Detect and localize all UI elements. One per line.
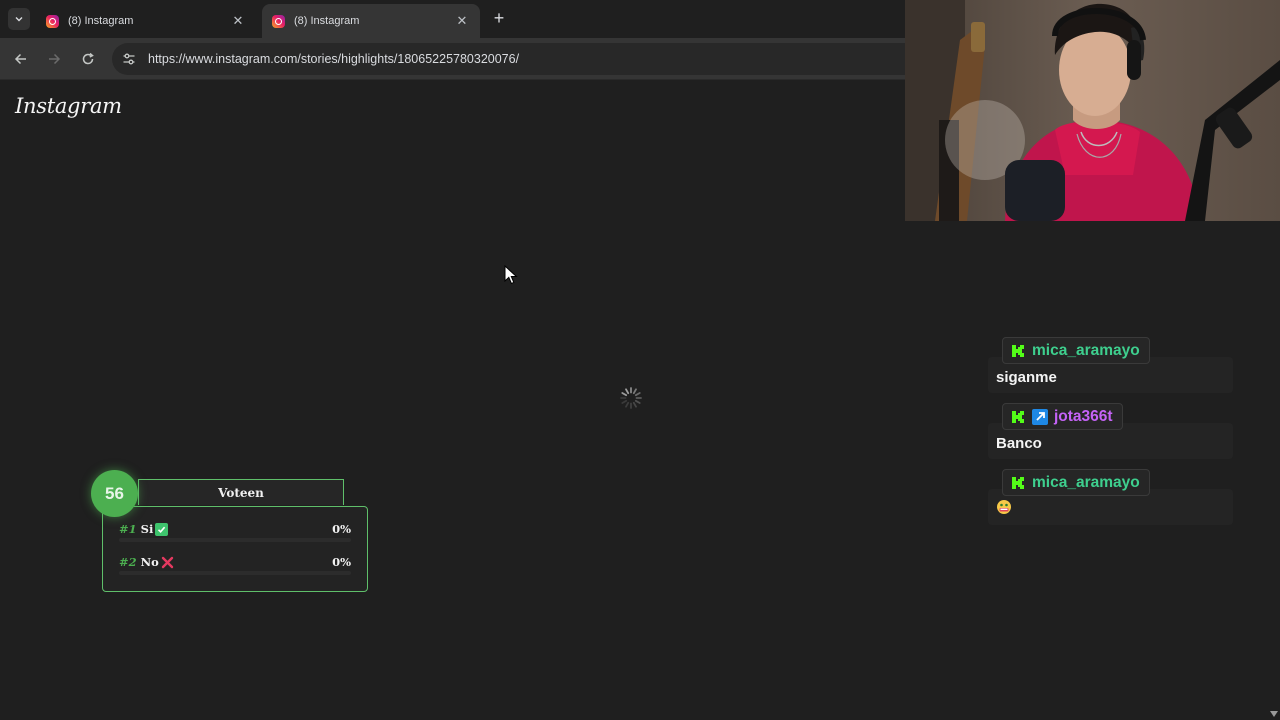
reload-button[interactable]: [77, 48, 99, 70]
poll-title: Voteen: [138, 479, 344, 505]
chat-username[interactable]: jota366t: [1054, 408, 1113, 426]
tab-instagram-1[interactable]: (8) Instagram ✕: [36, 4, 256, 38]
close-tab-icon[interactable]: ✕: [230, 13, 246, 29]
kick-badge-icon: [1011, 410, 1025, 424]
arrow-right-icon: [49, 53, 61, 65]
instagram-favicon-icon: [272, 14, 285, 28]
webcam-feed-image: [905, 0, 1280, 221]
chat-username-pill: mica_aramayo: [1002, 469, 1150, 496]
chat-username[interactable]: mica_aramayo: [1032, 474, 1140, 492]
chat-username[interactable]: mica_aramayo: [1032, 342, 1140, 360]
poll-vote-count: 56: [91, 470, 138, 517]
url-text: https://www.instagram.com/stories/highli…: [148, 52, 520, 66]
chat-username-pill: mica_aramayo: [1002, 337, 1150, 364]
poll-options: #1 Si 0% #2 No 0%: [102, 506, 368, 592]
money-mouth-emoji: [997, 500, 1011, 514]
close-tab-icon[interactable]: ✕: [454, 13, 470, 29]
option-progress-bar: [119, 538, 351, 542]
poll-option-2: #2 No 0%: [119, 552, 351, 585]
kick-badge-icon: [1011, 344, 1025, 358]
tab-search-button[interactable]: [8, 8, 30, 30]
mouse-cursor-icon: [504, 265, 518, 285]
site-settings-icon[interactable]: [122, 52, 136, 66]
poll-widget: 56 Voteen #1 Si 0% #2 No 0%: [90, 470, 370, 594]
arrow-badge-icon: [1032, 408, 1048, 425]
option-percent: 0%: [332, 555, 351, 569]
poll-option-1: #1 Si 0%: [119, 519, 351, 552]
instagram-favicon-icon: [46, 14, 59, 28]
option-label: Si: [140, 522, 154, 536]
option-label: No: [140, 555, 159, 569]
kick-badge-icon: [1011, 476, 1025, 490]
scroll-down-arrow-icon[interactable]: [1270, 711, 1278, 717]
page-scrollbar[interactable]: [1268, 220, 1280, 720]
check-mark-icon: [155, 522, 169, 536]
tab-title: (8) Instagram: [68, 15, 134, 27]
forward-button[interactable]: [43, 48, 65, 70]
arrow-left-icon: [14, 53, 26, 65]
option-percent: 0%: [332, 522, 351, 536]
chat-username-pill: jota366t: [1002, 403, 1123, 430]
cross-mark-icon: [161, 556, 174, 569]
reload-icon: [82, 52, 94, 65]
tab-title: (8) Instagram: [294, 15, 360, 27]
back-button[interactable]: [10, 48, 32, 70]
option-number: #2: [119, 555, 137, 569]
tab-instagram-2[interactable]: (8) Instagram ✕: [262, 4, 480, 38]
option-progress-bar: [119, 571, 351, 575]
webcam-overlay: [905, 0, 1280, 221]
loading-spinner-icon: [620, 387, 642, 409]
instagram-logo[interactable]: Instagram: [15, 94, 122, 118]
screen: (8) Instagram ✕ (8) Instagram ✕ + https:…: [0, 0, 1280, 720]
chevron-down-icon: [15, 17, 23, 22]
option-number: #1: [119, 522, 137, 536]
new-tab-button[interactable]: +: [489, 8, 509, 28]
